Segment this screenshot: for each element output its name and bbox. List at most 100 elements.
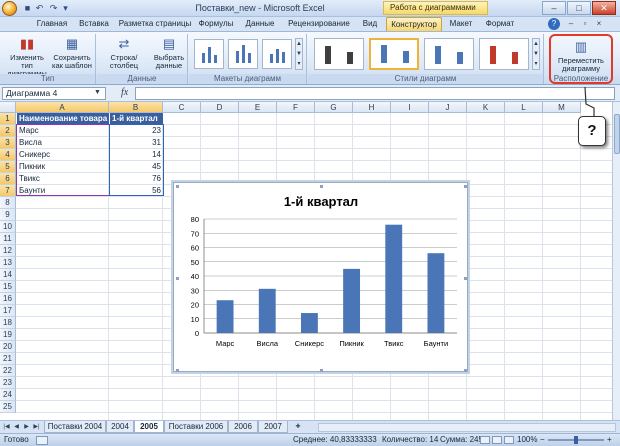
chart-object[interactable]: 1-й квартал 0 10 20 30 40 50 60 70 80 Марс Висла Сни… — [173, 182, 468, 372]
select-data-button[interactable]: ▤ Выбрать данные — [151, 36, 187, 70]
row-header-21[interactable]: 21 — [0, 353, 16, 365]
minimize-button[interactable]: – — [542, 1, 566, 15]
chart-layout-2[interactable] — [228, 39, 258, 69]
macro-record-icon[interactable] — [36, 436, 48, 445]
chart-layout-3[interactable] — [262, 39, 292, 69]
column-header-l[interactable]: L — [505, 102, 543, 113]
tab-design[interactable]: Конструктор — [386, 17, 442, 31]
row-header-8[interactable]: 8 — [0, 197, 16, 209]
qat-dropdown-icon[interactable]: ▾ — [60, 3, 71, 14]
sheet-tab-2005[interactable]: 2005 — [134, 421, 164, 433]
tab-layout[interactable]: Макет — [446, 17, 476, 31]
column-header-k[interactable]: K — [467, 102, 505, 113]
workbook-minimize-icon[interactable]: – — [566, 19, 576, 29]
tab-format[interactable]: Формат — [482, 17, 518, 31]
page-layout-view-icon[interactable] — [492, 436, 502, 444]
chart-style-1[interactable] — [314, 38, 364, 70]
row-header-22[interactable]: 22 — [0, 365, 16, 377]
row-header-11[interactable]: 11 — [0, 233, 16, 245]
row-header-2[interactable]: 2 — [0, 125, 16, 137]
table-cell-product[interactable]: Пикник — [17, 161, 109, 173]
column-header-m[interactable]: M — [543, 102, 581, 113]
row-header-20[interactable]: 20 — [0, 341, 16, 353]
fx-icon[interactable]: fx — [121, 87, 128, 98]
cell-a1[interactable]: Наименование товара — [17, 113, 109, 125]
tab-data[interactable]: Данные — [240, 17, 280, 31]
chart-style-4[interactable] — [479, 38, 529, 70]
page-break-view-icon[interactable] — [504, 436, 514, 444]
sheet-tab-2004[interactable]: 2004 — [106, 421, 134, 433]
help-icon[interactable]: ? — [548, 18, 560, 30]
column-header-a[interactable]: A — [16, 102, 109, 113]
table-cell-value[interactable]: 14 — [110, 149, 163, 161]
table-cell-product[interactable]: Баунти — [17, 185, 109, 197]
table-cell-value[interactable]: 23 — [110, 125, 163, 137]
tab-formulas[interactable]: Формулы — [196, 17, 236, 31]
tab-home[interactable]: Главная — [30, 17, 74, 31]
column-header-i[interactable]: I — [391, 102, 429, 113]
row-header-3[interactable]: 3 — [0, 137, 16, 149]
maximize-button[interactable]: □ — [567, 1, 591, 15]
column-header-g[interactable]: G — [315, 102, 353, 113]
tab-review[interactable]: Рецензирование — [284, 17, 354, 31]
row-header-16[interactable]: 16 — [0, 293, 16, 305]
chart-layout-1[interactable] — [194, 39, 224, 69]
table-cell-product[interactable]: Твикс — [17, 173, 109, 185]
office-button[interactable] — [2, 1, 17, 16]
column-header-b[interactable]: B — [109, 102, 163, 113]
row-header-15[interactable]: 15 — [0, 281, 16, 293]
normal-view-icon[interactable] — [480, 436, 490, 444]
insert-sheet-icon[interactable]: ✚ — [292, 423, 304, 432]
switch-row-column-button[interactable]: ⇄ Строка/столбец — [99, 36, 149, 70]
zoom-in-icon[interactable]: + — [607, 434, 612, 446]
zoom-level[interactable]: 100% — [517, 434, 537, 446]
styles-gallery-scroll[interactable]: ▲ ▼ ▾ — [532, 38, 540, 70]
row-header-12[interactable]: 12 — [0, 245, 16, 257]
save-as-template-button[interactable]: ▦ Сохранить как шаблон — [50, 36, 94, 70]
chart-style-2[interactable] — [369, 38, 419, 70]
vertical-scrollbar[interactable] — [612, 102, 620, 420]
table-cell-value[interactable]: 76 — [110, 173, 163, 185]
sheet-tab-2007[interactable]: 2007 — [258, 421, 288, 433]
tab-insert[interactable]: Вставка — [76, 17, 112, 31]
save-icon[interactable]: ■ — [22, 3, 33, 14]
row-header-10[interactable]: 10 — [0, 221, 16, 233]
table-cell-value[interactable]: 31 — [110, 137, 163, 149]
column-header-h[interactable]: H — [353, 102, 391, 113]
tab-page-layout[interactable]: Разметка страницы — [118, 17, 192, 31]
row-header-6[interactable]: 6 — [0, 173, 16, 185]
column-header-e[interactable]: E — [239, 102, 277, 113]
table-cell-value[interactable]: 56 — [110, 185, 163, 197]
worksheet-grid[interactable]: ABCDEFGHIJKLM 1 2 3 4 5 6 7 8 9 10 11 12 13 14 15 16 17 1… — [0, 102, 612, 420]
change-chart-type-button[interactable]: ▮▮ Изменить тип диаграммы — [4, 36, 50, 78]
select-all-corner[interactable] — [0, 102, 16, 113]
row-header-4[interactable]: 4 — [0, 149, 16, 161]
zoom-out-icon[interactable]: − — [540, 434, 545, 446]
horizontal-scrollbar[interactable] — [318, 423, 616, 432]
row-header-5[interactable]: 5 — [0, 161, 16, 173]
table-cell-product[interactable]: Сникерс — [17, 149, 109, 161]
redo-icon[interactable]: ↷ — [48, 3, 59, 14]
column-header-c[interactable]: C — [163, 102, 201, 113]
next-sheet-icon[interactable]: ▶ — [22, 423, 31, 432]
row-header-13[interactable]: 13 — [0, 257, 16, 269]
row-header-17[interactable]: 17 — [0, 305, 16, 317]
prev-sheet-icon[interactable]: ◀ — [12, 423, 21, 432]
undo-icon[interactable]: ↶ — [34, 3, 45, 14]
cell-b1[interactable]: 1-й квартал — [110, 113, 163, 125]
close-button[interactable]: ✕ — [592, 1, 616, 15]
last-sheet-icon[interactable]: ▶| — [32, 423, 41, 432]
table-cell-product[interactable]: Висла — [17, 137, 109, 149]
row-header-9[interactable]: 9 — [0, 209, 16, 221]
row-header-1[interactable]: 1 — [0, 113, 16, 125]
table-cell-value[interactable]: 45 — [110, 161, 163, 173]
row-header-24[interactable]: 24 — [0, 389, 16, 401]
row-header-23[interactable]: 23 — [0, 377, 16, 389]
sheet-tab-postavki-2004[interactable]: Поставки 2004 — [44, 421, 106, 433]
tab-view[interactable]: Вид — [358, 17, 382, 31]
table-cell-product[interactable]: Марс — [17, 125, 109, 137]
row-header-14[interactable]: 14 — [0, 269, 16, 281]
row-header-18[interactable]: 18 — [0, 317, 16, 329]
row-header-19[interactable]: 19 — [0, 329, 16, 341]
row-header-7[interactable]: 7 — [0, 185, 16, 197]
